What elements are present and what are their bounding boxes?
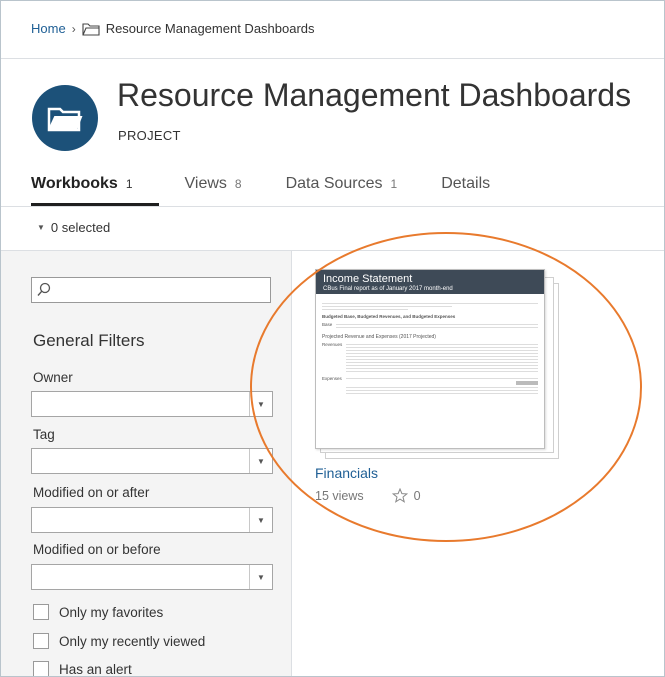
tab-count: 8 bbox=[234, 177, 242, 191]
owner-label: Owner bbox=[33, 370, 73, 385]
checkbox-label: Only my favorites bbox=[59, 604, 164, 620]
tab-bar: Workbooks 1 Views 8 Data Sources 1 Details bbox=[31, 175, 534, 193]
breadcrumb-current: Resource Management Dashboards bbox=[105, 21, 315, 36]
breadcrumb: Home › Resource Management Dashboards bbox=[31, 21, 315, 36]
divider bbox=[1, 58, 664, 59]
checkbox[interactable] bbox=[33, 604, 49, 620]
app-window: Home › Resource Management Dashboards Re… bbox=[0, 0, 665, 677]
checkbox[interactable] bbox=[33, 633, 49, 649]
modified-before-label: Modified on or before bbox=[33, 542, 161, 557]
thumbnail-row-label: Base bbox=[322, 322, 333, 327]
folder-icon bbox=[82, 22, 100, 36]
thumbnail-section-title: Budgeted Base, Budgeted Revenues, and Bu… bbox=[322, 314, 456, 319]
checkbox-label: Only my recently viewed bbox=[59, 633, 206, 649]
modified-after-select[interactable]: ▼ bbox=[31, 507, 273, 533]
tab-data-sources[interactable]: Data Sources 1 bbox=[286, 175, 398, 193]
project-folder-icon bbox=[32, 85, 98, 151]
tab-workbooks[interactable]: Workbooks 1 bbox=[31, 175, 133, 193]
divider bbox=[1, 206, 664, 207]
tab-views[interactable]: Views 8 bbox=[185, 175, 242, 193]
workbook-thumbnail[interactable]: Income Statement CBus Final report as of… bbox=[315, 269, 545, 449]
only-favorites-checkbox[interactable]: Only my favorites bbox=[33, 604, 163, 620]
star-icon[interactable] bbox=[391, 488, 408, 503]
chevron-down-icon: ▼ bbox=[249, 508, 272, 532]
thumbnail-row-label: Revenues bbox=[322, 342, 343, 347]
thumbnail-section-title: Projected Revenue and Expenses (2017 Pro… bbox=[322, 334, 436, 340]
breadcrumb-separator: › bbox=[71, 21, 76, 36]
thumbnail-title: Income Statement bbox=[323, 273, 413, 285]
filters-heading: General Filters bbox=[33, 331, 145, 350]
workbook-name-link[interactable]: Financials bbox=[315, 465, 378, 481]
tag-select[interactable]: ▼ bbox=[31, 448, 273, 474]
view-count: 15 views bbox=[315, 488, 364, 503]
modified-after-label: Modified on or after bbox=[33, 485, 150, 500]
modified-before-select[interactable]: ▼ bbox=[31, 564, 273, 590]
page-title: Resource Management Dashboards bbox=[117, 77, 632, 113]
tab-count: 1 bbox=[390, 177, 398, 191]
chevron-down-icon: ▼ bbox=[249, 565, 272, 589]
has-alert-checkbox[interactable]: Has an alert bbox=[33, 661, 132, 677]
favorite-count: 0 bbox=[413, 488, 421, 503]
chevron-down-icon: ▼ bbox=[249, 392, 272, 416]
breadcrumb-home-link[interactable]: Home bbox=[31, 21, 66, 36]
workbook-meta: 15 views 0 bbox=[315, 488, 421, 503]
tag-label: Tag bbox=[33, 427, 55, 442]
owner-select[interactable]: ▼ bbox=[31, 391, 273, 417]
selection-dropdown[interactable]: ▼ 0 selected bbox=[37, 220, 110, 235]
search-icon bbox=[37, 282, 51, 302]
chevron-down-icon: ▼ bbox=[37, 223, 45, 232]
chevron-down-icon: ▼ bbox=[249, 449, 272, 473]
checkbox[interactable] bbox=[33, 661, 49, 676]
tab-label: Details bbox=[441, 175, 491, 192]
tab-label: Views bbox=[184, 175, 227, 192]
thumbnail-subtitle: CBus Final report as of January 2017 mon… bbox=[323, 286, 453, 292]
recently-viewed-checkbox[interactable]: Only my recently viewed bbox=[33, 633, 205, 649]
search-input[interactable] bbox=[31, 277, 271, 303]
tab-count: 1 bbox=[125, 177, 133, 191]
thumbnail-row-label: Expenses bbox=[322, 376, 342, 381]
thumbnail-header: Income Statement CBus Final report as of… bbox=[316, 270, 544, 294]
selection-count: 0 selected bbox=[50, 220, 111, 235]
project-type-label: PROJECT bbox=[118, 128, 181, 143]
filter-sidebar: General Filters Owner ▼ Tag ▼ Modified o… bbox=[1, 251, 292, 677]
tab-details[interactable]: Details bbox=[441, 175, 490, 193]
thumbnail-body: Budgeted Base, Budgeted Revenues, and Bu… bbox=[316, 294, 544, 399]
tab-label: Workbooks bbox=[31, 175, 118, 192]
checkbox-label: Has an alert bbox=[59, 661, 132, 677]
tab-label: Data Sources bbox=[285, 175, 383, 192]
